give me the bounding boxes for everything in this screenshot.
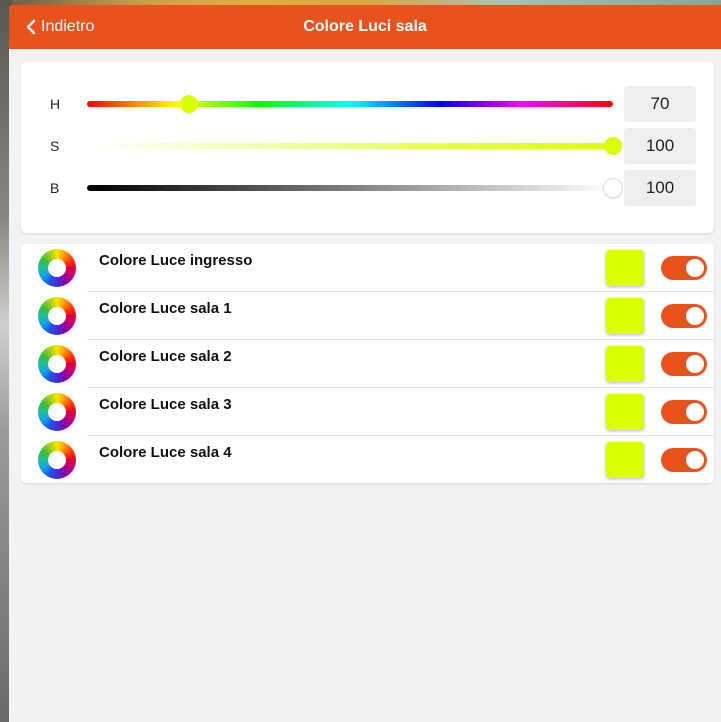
list-item[interactable]: Colore Luce sala 4 (21, 436, 714, 484)
hue-slider-track[interactable] (87, 101, 613, 107)
brightness-slider-thumb[interactable] (604, 179, 622, 197)
page-title: Colore Luci sala (303, 18, 427, 35)
slider-row-hue: H 70 (21, 86, 714, 122)
saturation-label: S (50, 138, 60, 154)
color-swatch[interactable] (606, 442, 644, 478)
saturation-slider-track[interactable] (87, 143, 613, 149)
enable-toggle[interactable] (661, 400, 707, 424)
color-panel: Indietro Colore Luci sala H 70 S 100 B 1… (9, 5, 721, 722)
color-wheel-icon (38, 441, 76, 479)
brightness-value-field[interactable]: 100 (624, 170, 696, 206)
enable-toggle[interactable] (661, 256, 707, 280)
lights-list: Colore Luce ingresso Colore Luce sala 1 … (21, 244, 714, 483)
color-wheel-icon (38, 345, 76, 383)
slider-row-saturation: S 100 (21, 128, 714, 164)
enable-toggle[interactable] (661, 304, 707, 328)
list-item[interactable]: Colore Luce sala 2 (21, 340, 714, 388)
saturation-slider-thumb[interactable] (604, 137, 622, 155)
color-swatch[interactable] (606, 346, 644, 382)
hue-label: H (50, 96, 61, 112)
list-item[interactable]: Colore Luce sala 3 (21, 388, 714, 436)
slider-row-brightness: B 100 (21, 170, 714, 206)
color-wheel-icon (38, 393, 76, 431)
light-name: Colore Luce sala 1 (99, 300, 232, 317)
hue-slider-thumb[interactable] (180, 95, 199, 113)
light-name: Colore Luce sala 4 (99, 444, 232, 461)
light-name: Colore Luce ingresso (99, 252, 253, 269)
navbar: Indietro Colore Luci sala (9, 5, 721, 49)
list-item[interactable]: Colore Luce ingresso (21, 244, 714, 292)
color-wheel-icon (38, 297, 76, 335)
hsb-sliders-card: H 70 S 100 B 100 (21, 62, 714, 233)
color-swatch[interactable] (606, 394, 644, 430)
light-name: Colore Luce sala 2 (99, 348, 232, 365)
list-item[interactable]: Colore Luce sala 1 (21, 292, 714, 340)
brightness-label: B (50, 180, 60, 196)
brightness-slider-track[interactable] (87, 185, 613, 191)
hue-value-field[interactable]: 70 (624, 86, 696, 122)
enable-toggle[interactable] (661, 352, 707, 376)
color-swatch[interactable] (606, 298, 644, 334)
light-name: Colore Luce sala 3 (99, 396, 232, 413)
saturation-value-field[interactable]: 100 (624, 128, 696, 164)
enable-toggle[interactable] (661, 448, 707, 472)
color-wheel-icon (38, 249, 76, 287)
color-swatch[interactable] (606, 250, 644, 286)
